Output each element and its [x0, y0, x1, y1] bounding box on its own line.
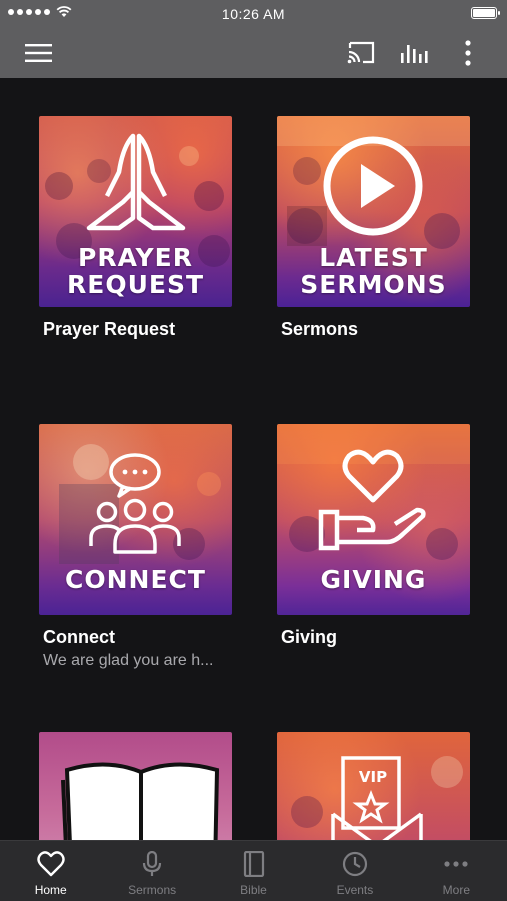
book-icon — [243, 851, 264, 877]
status-time: 10:26 AM — [221, 6, 286, 22]
tab-label: Events — [336, 883, 374, 897]
tile-sermons[interactable]: LATEST SERMONS Sermons — [277, 116, 470, 340]
tile-subtitle: We are glad you are h... — [43, 652, 214, 669]
heart-icon — [37, 851, 65, 877]
open-book-icon — [61, 762, 220, 840]
tile-connect[interactable]: CONNECT Connect We are glad you are h... — [39, 424, 232, 670]
battery-icon — [471, 7, 500, 19]
tab-bible[interactable]: Bible — [203, 841, 304, 901]
vip-envelope-icon — [331, 756, 423, 840]
tile-title: Giving — [281, 627, 338, 647]
tile-image: PRAYER REQUEST — [39, 116, 232, 307]
tile-overlay-line-1: LATEST — [319, 243, 428, 272]
app-bar — [0, 28, 507, 78]
tab-label: Sermons — [128, 883, 177, 897]
praying-hands-icon — [86, 133, 186, 231]
people-chat-icon — [89, 453, 181, 554]
tab-label: Bible — [240, 883, 267, 897]
tile-vip[interactable]: VIP — [277, 732, 470, 840]
clock-icon — [342, 851, 368, 877]
tab-label: More — [442, 883, 470, 897]
tile-overlay-line-2: REQUEST — [66, 270, 205, 299]
cast-icon — [347, 41, 375, 64]
tab-home[interactable]: Home — [0, 841, 101, 901]
tile-bible[interactable] — [39, 732, 232, 840]
tile-overlay-line-1: PRAYER — [78, 243, 193, 272]
tile-title: Prayer Request — [43, 319, 176, 339]
tab-events[interactable]: Events — [304, 841, 405, 901]
more-dots-icon — [444, 861, 468, 867]
vertical-dots-icon — [465, 40, 471, 66]
tab-label: Home — [34, 883, 67, 897]
tile-image: GIVING — [277, 424, 470, 615]
status-bar: 10:26 AM — [0, 0, 507, 28]
cast-button[interactable] — [340, 28, 382, 78]
audio-bars-icon — [401, 45, 428, 63]
tile-image: CONNECT — [39, 424, 232, 615]
menu-button[interactable] — [18, 28, 60, 78]
tile-overlay-line-2: SERMONS — [300, 270, 447, 299]
more-options-button[interactable] — [452, 28, 484, 78]
tile-image: VIP — [277, 732, 470, 840]
tab-more[interactable]: More — [406, 841, 507, 901]
tile-giving[interactable]: GIVING Giving — [277, 424, 470, 648]
bottom-tab-bar: Home Sermons Bible Events More — [0, 840, 507, 901]
play-circle-icon — [323, 136, 423, 236]
tile-prayer-request[interactable]: PRAYER REQUEST Prayer Request — [39, 116, 232, 340]
audio-button[interactable] — [393, 28, 437, 78]
home-grid: PRAYER REQUEST Prayer Request LATEST SER… — [0, 78, 507, 840]
tile-overlay-line-1: GIVING — [320, 565, 427, 594]
tile-image: LATEST SERMONS — [277, 116, 470, 307]
heart-hand-icon — [318, 449, 426, 551]
vip-badge: VIP — [358, 768, 388, 786]
microphone-icon — [143, 851, 162, 876]
tile-title: Connect — [43, 627, 115, 647]
tile-overlay-line-1: CONNECT — [65, 565, 206, 594]
tile-title: Sermons — [281, 319, 359, 339]
tile-image — [39, 732, 232, 840]
hamburger-menu-icon — [25, 44, 52, 62]
tab-sermons[interactable]: Sermons — [101, 841, 202, 901]
